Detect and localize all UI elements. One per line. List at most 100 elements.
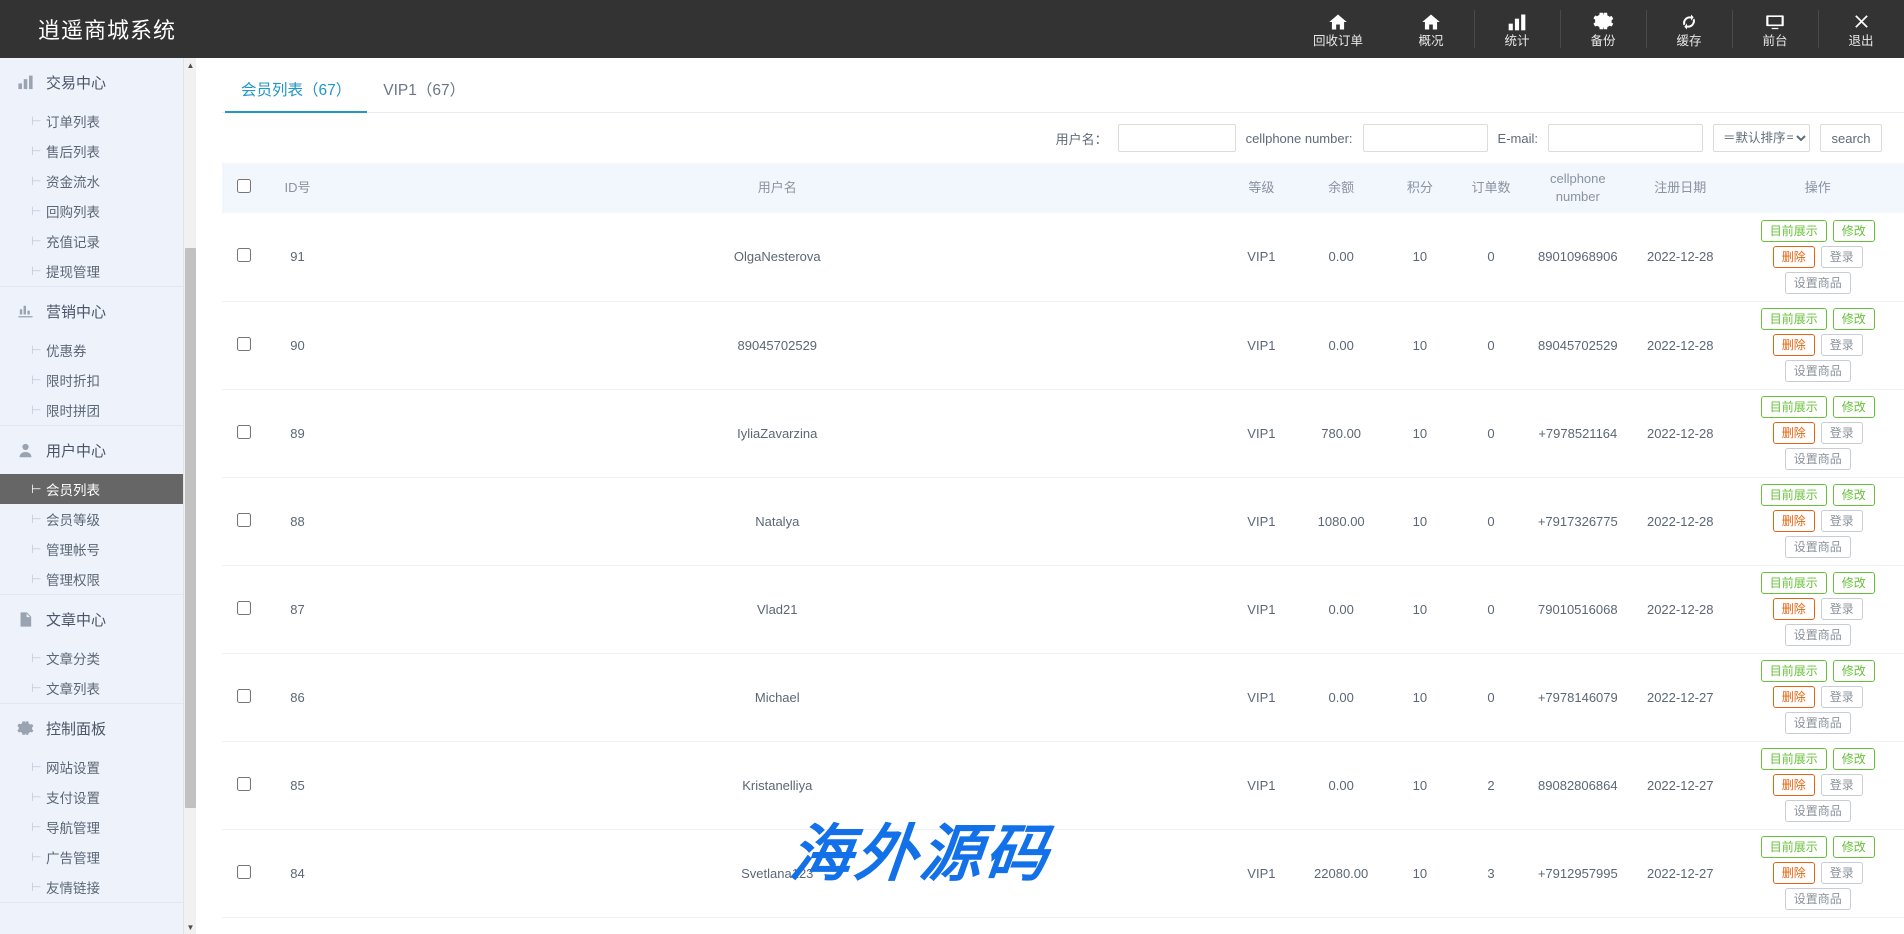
scroll-up-arrow-icon[interactable]: ▲ bbox=[184, 58, 197, 72]
search-email-input[interactable] bbox=[1548, 124, 1703, 152]
row-checkbox[interactable] bbox=[237, 248, 251, 262]
cell-orders[interactable]: 0 bbox=[1455, 477, 1526, 565]
login-button[interactable]: 登录 bbox=[1821, 422, 1863, 444]
set-goods-button[interactable]: 设置商品 bbox=[1785, 536, 1851, 558]
sidebar-item-售后列表[interactable]: ⊢售后列表 bbox=[0, 136, 195, 166]
sidebar-item-回购列表[interactable]: ⊢回购列表 bbox=[0, 196, 195, 226]
sidebar-item-会员等级[interactable]: ⊢会员等级 bbox=[0, 504, 195, 534]
sidebar-item-订单列表[interactable]: ⊢订单列表 bbox=[0, 106, 195, 136]
set-goods-button[interactable]: 设置商品 bbox=[1785, 712, 1851, 734]
row-checkbox[interactable] bbox=[237, 865, 251, 879]
cell-orders[interactable]: 2 bbox=[1455, 741, 1526, 829]
sidebar-item-导航管理[interactable]: ⊢导航管理 bbox=[0, 812, 195, 842]
row-checkbox[interactable] bbox=[237, 601, 251, 615]
cell-orders[interactable]: 0 bbox=[1455, 301, 1526, 389]
delete-button[interactable]: 删除 bbox=[1773, 422, 1815, 444]
sidebar-item-充值记录[interactable]: ⊢充值记录 bbox=[0, 226, 195, 256]
edit-button[interactable]: 修改 bbox=[1833, 220, 1875, 242]
search-cellphone-input[interactable] bbox=[1363, 124, 1488, 152]
show-button[interactable]: 目前展示 bbox=[1761, 308, 1827, 330]
show-button[interactable]: 目前展示 bbox=[1761, 572, 1827, 594]
set-goods-button[interactable]: 设置商品 bbox=[1785, 624, 1851, 646]
sidebar-item-管理帐号[interactable]: ⊢管理帐号 bbox=[0, 534, 195, 564]
sidebar-item-支付设置[interactable]: ⊢支付设置 bbox=[0, 782, 195, 812]
set-goods-button[interactable]: 设置商品 bbox=[1785, 272, 1851, 294]
edit-button[interactable]: 修改 bbox=[1833, 484, 1875, 506]
sidebar-item-管理权限[interactable]: ⊢管理权限 bbox=[0, 564, 195, 594]
delete-button[interactable]: 删除 bbox=[1773, 774, 1815, 796]
delete-button[interactable]: 删除 bbox=[1773, 598, 1815, 620]
edit-button[interactable]: 修改 bbox=[1833, 748, 1875, 770]
topnav-item-缓存[interactable]: 缓存 bbox=[1646, 0, 1732, 58]
sidebar-item-文章分类[interactable]: ⊢文章分类 bbox=[0, 643, 195, 673]
sort-order-select[interactable]: ＝默认排序＝ bbox=[1713, 124, 1810, 152]
sidebar-scroll-thumb[interactable] bbox=[185, 248, 196, 808]
cell-orders[interactable]: 0 bbox=[1455, 653, 1526, 741]
delete-button[interactable]: 删除 bbox=[1773, 334, 1815, 356]
topnav-item-统计[interactable]: 统计 bbox=[1474, 0, 1560, 58]
sidebar-item-资金流水[interactable]: ⊢资金流水 bbox=[0, 166, 195, 196]
show-button[interactable]: 目前展示 bbox=[1761, 220, 1827, 242]
cell-orders[interactable]: 0 bbox=[1455, 565, 1526, 653]
sidebar-item-会员列表[interactable]: ⊢会员列表 bbox=[0, 474, 195, 504]
login-button[interactable]: 登录 bbox=[1821, 598, 1863, 620]
topnav-item-概况[interactable]: 概况 bbox=[1388, 0, 1474, 58]
sidebar-item-优惠券[interactable]: ⊢优惠券 bbox=[0, 335, 195, 365]
row-checkbox[interactable] bbox=[237, 513, 251, 527]
sidebar-item-提现管理[interactable]: ⊢提现管理 bbox=[0, 256, 195, 286]
show-button[interactable]: 目前展示 bbox=[1761, 484, 1827, 506]
sidebar-group-title[interactable]: 控制面板 bbox=[0, 704, 195, 752]
cell-orders[interactable]: 0 bbox=[1455, 213, 1526, 301]
delete-button[interactable]: 删除 bbox=[1773, 686, 1815, 708]
sidebar-item-限时折扣[interactable]: ⊢限时折扣 bbox=[0, 365, 195, 395]
sidebar-item-限时拼团[interactable]: ⊢限时拼团 bbox=[0, 395, 195, 425]
sidebar-item-友情链接[interactable]: ⊢友情链接 bbox=[0, 872, 195, 902]
edit-button[interactable]: 修改 bbox=[1833, 836, 1875, 858]
set-goods-button[interactable]: 设置商品 bbox=[1785, 800, 1851, 822]
login-button[interactable]: 登录 bbox=[1821, 686, 1863, 708]
topnav-item-退出[interactable]: 退出 bbox=[1818, 0, 1904, 58]
edit-button[interactable]: 修改 bbox=[1833, 660, 1875, 682]
edit-button[interactable]: 修改 bbox=[1833, 308, 1875, 330]
delete-button[interactable]: 删除 bbox=[1773, 510, 1815, 532]
sidebar-scrollbar[interactable]: ▲ ▼ bbox=[183, 58, 196, 934]
delete-button[interactable]: 删除 bbox=[1773, 862, 1815, 884]
row-checkbox[interactable] bbox=[237, 337, 251, 351]
sidebar-group-title[interactable]: 文章中心 bbox=[0, 595, 195, 643]
login-button[interactable]: 登录 bbox=[1821, 510, 1863, 532]
show-button[interactable]: 目前展示 bbox=[1761, 748, 1827, 770]
edit-button[interactable]: 修改 bbox=[1833, 396, 1875, 418]
login-button[interactable]: 登录 bbox=[1821, 246, 1863, 268]
topnav-item-前台[interactable]: 前台 bbox=[1732, 0, 1818, 58]
topnav-item-回收订单[interactable]: 回收订单 bbox=[1288, 0, 1388, 58]
set-goods-button[interactable]: 设置商品 bbox=[1785, 360, 1851, 382]
tab-member-list[interactable]: 会员列表（67） bbox=[225, 78, 367, 112]
delete-button[interactable]: 删除 bbox=[1773, 246, 1815, 268]
edit-button[interactable]: 修改 bbox=[1833, 572, 1875, 594]
sidebar-item-广告管理[interactable]: ⊢广告管理 bbox=[0, 842, 195, 872]
sidebar-group-title[interactable]: 用户中心 bbox=[0, 426, 195, 474]
cell-orders[interactable]: 0 bbox=[1455, 389, 1526, 477]
cell-orders[interactable]: 3 bbox=[1455, 829, 1526, 917]
login-button[interactable]: 登录 bbox=[1821, 862, 1863, 884]
search-button[interactable]: search bbox=[1820, 124, 1882, 152]
set-goods-button[interactable]: 设置商品 bbox=[1785, 448, 1851, 470]
set-goods-button[interactable]: 设置商品 bbox=[1785, 888, 1851, 910]
select-all-checkbox[interactable] bbox=[237, 179, 251, 193]
sidebar-group-title[interactable]: 营销中心 bbox=[0, 287, 195, 335]
row-checkbox[interactable] bbox=[237, 777, 251, 791]
topnav-item-备份[interactable]: 备份 bbox=[1560, 0, 1646, 58]
sidebar-group-title[interactable]: 交易中心 bbox=[0, 58, 195, 106]
sidebar-item-文章列表[interactable]: ⊢文章列表 bbox=[0, 673, 195, 703]
login-button[interactable]: 登录 bbox=[1821, 774, 1863, 796]
row-checkbox[interactable] bbox=[237, 689, 251, 703]
show-button[interactable]: 目前展示 bbox=[1761, 396, 1827, 418]
login-button[interactable]: 登录 bbox=[1821, 334, 1863, 356]
show-button[interactable]: 目前展示 bbox=[1761, 836, 1827, 858]
sidebar-item-网站设置[interactable]: ⊢网站设置 bbox=[0, 752, 195, 782]
row-checkbox[interactable] bbox=[237, 425, 251, 439]
search-username-input[interactable] bbox=[1118, 124, 1236, 152]
scroll-down-arrow-icon[interactable]: ▼ bbox=[184, 920, 197, 934]
tab-vip1[interactable]: VIP1（67） bbox=[367, 78, 481, 112]
show-button[interactable]: 目前展示 bbox=[1761, 660, 1827, 682]
